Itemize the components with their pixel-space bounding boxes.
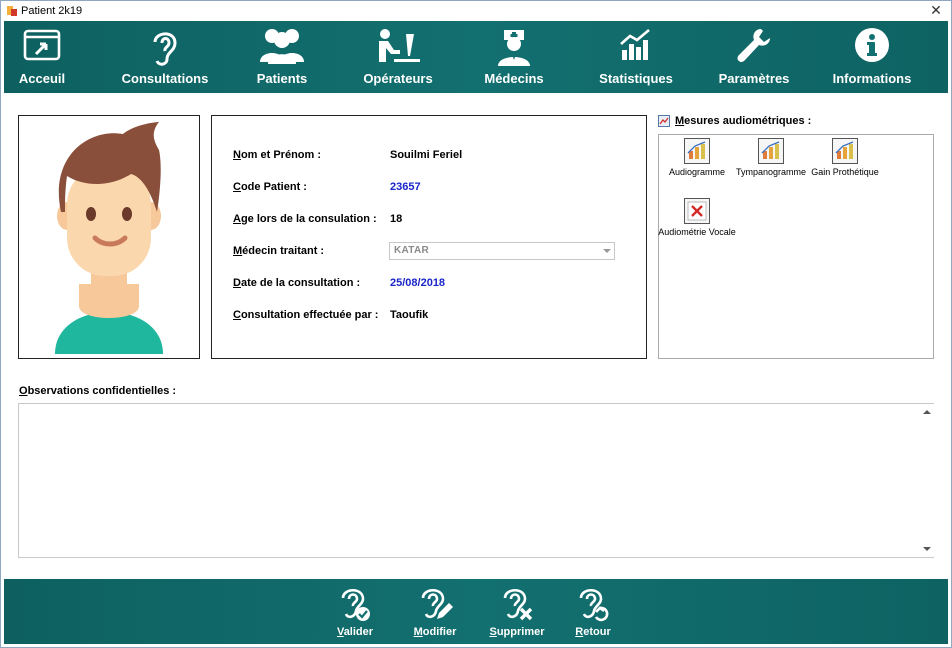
menu-patients[interactable]: Patients — [244, 21, 320, 93]
date-label: Date de la consultation : — [233, 277, 361, 289]
medecin-label: Médecin traitant : — [233, 245, 325, 257]
button-label: Valider — [336, 626, 374, 638]
bar-chart-icon — [832, 138, 858, 164]
mesure-audiogramme[interactable]: Audiogramme — [657, 135, 737, 177]
chart-small-icon — [658, 115, 670, 127]
mesure-tympanogramme[interactable]: Tympanogramme — [731, 135, 811, 177]
menu-label: Consultations — [121, 71, 209, 86]
menu-label: Acceuil — [18, 71, 66, 86]
button-label: Supprimer — [489, 626, 545, 638]
action-bar: Valider Modifier Supprimer Retour — [4, 579, 948, 644]
ear-check-icon — [341, 588, 370, 621]
mesure-label: Audiométrie Vocale — [658, 227, 736, 237]
title-bar: Patient 2k19 ✕ — [1, 1, 951, 21]
menu-label: Paramètres — [718, 71, 790, 86]
menu-label: Patients — [256, 71, 308, 86]
mesure-label: Tympanogramme — [735, 167, 807, 177]
ear-edit-icon — [421, 588, 453, 619]
app-icon — [7, 6, 17, 16]
app-window: Patient 2k19 ✕ Acceuil Consultations Pat… — [0, 0, 952, 648]
mesure-audiometrie-vocale[interactable]: Audiométrie Vocale — [657, 195, 737, 237]
age-label: Age lors de la consulation : — [233, 213, 377, 225]
wrench-icon — [737, 29, 770, 63]
medecin-select[interactable]: KATAR — [389, 242, 615, 260]
scroll-up-icon[interactable] — [923, 410, 931, 414]
menu-medecins[interactable]: Médecins — [474, 21, 554, 93]
button-label: Retour — [575, 626, 611, 638]
ear-icon — [153, 32, 177, 66]
mesures-title: Mesures audiométriques : — [658, 115, 811, 127]
ear-return-icon — [579, 588, 609, 622]
mesure-label: Audiogramme — [668, 167, 726, 177]
mesure-label: Gain Prothétique — [811, 167, 879, 177]
valider-button[interactable]: Valider — [315, 579, 395, 644]
mesure-gain-prothetique[interactable]: Gain Prothétique — [805, 135, 885, 177]
menu-label: Informations — [832, 71, 912, 86]
operator-label: Consultation effectuée par : — [233, 309, 379, 321]
menu-statistiques[interactable]: Statistiques — [590, 21, 682, 93]
ear-delete-icon — [503, 588, 533, 621]
observations-scrollbar[interactable] — [919, 404, 934, 557]
observations-label: Observations confidentielles : — [19, 385, 177, 397]
close-button[interactable]: ✕ — [925, 2, 947, 19]
retour-button[interactable]: Retour — [553, 579, 633, 644]
scroll-down-icon[interactable] — [923, 547, 931, 551]
name-value: Souilmi Feriel — [390, 149, 463, 161]
supprimer-button[interactable]: Supprimer — [477, 579, 557, 644]
menu-parametres[interactable]: Paramètres — [708, 21, 800, 93]
operator-desk-icon — [379, 29, 420, 62]
home-screen-icon — [23, 29, 61, 61]
main-menu-bar: Acceuil Consultations Patients Opérateur… — [4, 21, 948, 93]
code-value: 23657 — [390, 181, 421, 193]
patient-photo — [18, 115, 200, 359]
avatar — [55, 122, 163, 354]
menu-acceuil[interactable]: Acceuil — [4, 21, 80, 93]
name-label: Nom et Prénom : — [233, 149, 322, 161]
error-icon — [684, 198, 710, 224]
chevron-down-icon — [603, 249, 611, 253]
info-icon — [855, 28, 889, 62]
bar-chart-icon — [684, 138, 710, 164]
users-icon — [260, 29, 304, 64]
menu-label: Médecins — [484, 71, 544, 86]
age-value: 18 — [390, 213, 403, 225]
window-title: Patient 2k19 — [21, 5, 83, 17]
menu-operateurs[interactable]: Opérateurs — [354, 21, 442, 93]
menu-consultations[interactable]: Consultations — [110, 21, 220, 93]
chart-icon — [620, 29, 650, 60]
bar-chart-icon — [758, 138, 784, 164]
button-label: Modifier — [413, 626, 457, 638]
date-value: 25/08/2018 — [390, 277, 446, 289]
mesures-panel: Audiogramme Tympanogramme Gain Prothétiq… — [658, 134, 934, 359]
code-label: Code Patient : — [233, 181, 307, 193]
operator-value: Taoufik — [390, 309, 429, 321]
menu-informations[interactable]: Informations — [824, 21, 920, 93]
menu-label: Statistiques — [599, 71, 673, 86]
patient-info-panel: Nom et Prénom : Souilmi Feriel Code Pati… — [211, 115, 647, 359]
medecin-select-value: KATAR — [394, 245, 430, 256]
doctor-icon — [498, 30, 530, 66]
modifier-button[interactable]: Modifier — [395, 579, 475, 644]
observations-textarea[interactable] — [18, 403, 934, 558]
menu-label: Opérateurs — [363, 71, 433, 86]
